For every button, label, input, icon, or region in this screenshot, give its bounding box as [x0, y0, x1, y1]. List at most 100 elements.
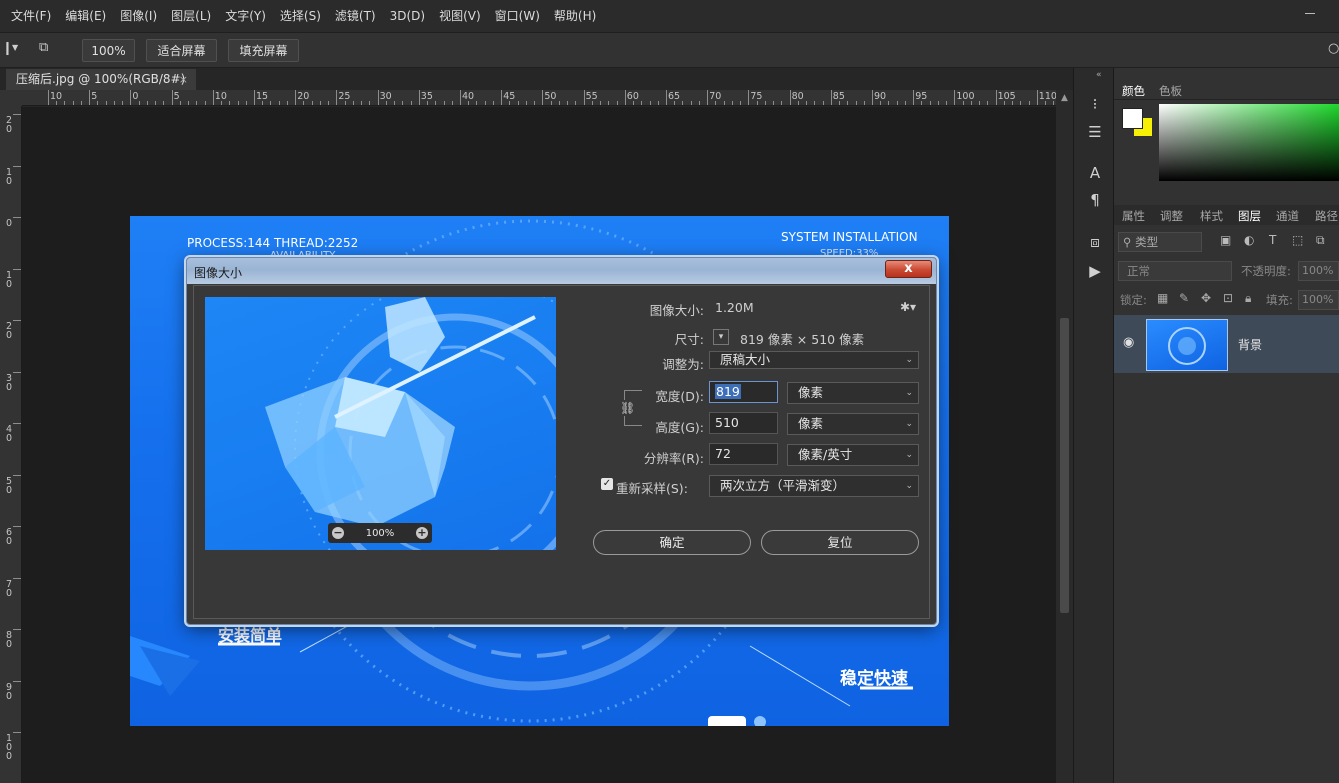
character-panel-icon[interactable]: A	[1086, 164, 1104, 182]
layer-name[interactable]: 背景	[1238, 336, 1262, 353]
ruler-label: 95	[915, 91, 928, 102]
resolution-unit-dropdown[interactable]: 像素/英寸 ⌄	[787, 444, 919, 466]
resample-dropdown[interactable]: 两次立方（平滑渐变） ⌄	[709, 475, 919, 497]
width-unit-value: 像素	[798, 385, 824, 400]
history-panel-icon[interactable]: ⧈	[1086, 233, 1104, 251]
tab-channels[interactable]: 通道	[1276, 208, 1299, 224]
actions-play-icon[interactable]: ▶	[1086, 262, 1104, 280]
ruler-minor-tick	[979, 101, 981, 105]
menu-file[interactable]: 文件(F)	[4, 0, 58, 32]
paragraph-panel-icon[interactable]: ¶	[1086, 191, 1104, 209]
color-picker-field[interactable]	[1159, 104, 1339, 181]
canvas-system-installation-text: SYSTEM INSTALLATION	[781, 230, 918, 244]
filter-shape-icon[interactable]: ⬚	[1292, 233, 1303, 247]
filter-smart-object-icon[interactable]: ⧉	[1316, 233, 1325, 248]
dialog-close-button[interactable]: x	[885, 260, 932, 278]
filter-pixel-icon[interactable]: ▣	[1220, 233, 1231, 247]
image-size-value: 1.20M	[715, 300, 754, 315]
height-input[interactable]: 510	[709, 412, 778, 434]
fill-screen-button[interactable]: 填充屏幕	[228, 39, 299, 62]
ruler-tick	[130, 90, 132, 105]
ruler-minor-tick	[155, 101, 157, 105]
blend-mode-dropdown[interactable]: 正常	[1118, 261, 1232, 281]
menu-layer[interactable]: 图层(L)	[164, 0, 218, 32]
ruler-minor-tick	[122, 101, 124, 105]
collapse-panels-icon[interactable]: «	[1096, 70, 1102, 80]
menu-edit[interactable]: 编辑(E)	[58, 0, 113, 32]
minimize-window-button[interactable]	[1299, 6, 1321, 20]
tab-color[interactable]: 颜色	[1122, 83, 1145, 99]
resample-checkbox[interactable]: ✓	[601, 478, 613, 490]
width-unit-dropdown[interactable]: 像素 ⌄	[787, 382, 919, 404]
fill-input[interactable]: 100%	[1298, 290, 1339, 310]
menu-help[interactable]: 帮助(H)	[547, 0, 603, 32]
ruler-label: 100	[6, 733, 13, 762]
ruler-label: 90	[874, 91, 887, 102]
tab-swatches[interactable]: 色板	[1159, 83, 1182, 99]
ruler-minor-tick	[781, 101, 783, 105]
lock-brush-icon[interactable]: ✎	[1179, 291, 1189, 305]
ruler-minor-tick	[657, 101, 659, 105]
tool-preset-chevron-icon[interactable]: ▼	[12, 43, 18, 52]
scroll-all-windows-icon[interactable]: ⧉	[39, 40, 48, 55]
ruler-label: 10	[6, 269, 13, 290]
canvas-process-text: PROCESS:144 THREAD:2252	[187, 236, 359, 250]
resample-label: 重新采样(S):	[616, 481, 688, 496]
ruler-minor-tick	[361, 101, 363, 105]
ruler-minor-tick	[64, 101, 66, 105]
search-icon[interactable]: ○	[1328, 41, 1339, 56]
ok-button[interactable]: 确定	[593, 530, 751, 555]
menu-3d[interactable]: 3D(D)	[383, 0, 432, 32]
reset-button[interactable]: 复位	[761, 530, 919, 555]
tab-layers[interactable]: 图层	[1238, 208, 1261, 224]
foreground-color-swatch[interactable]	[1122, 108, 1143, 129]
zoom-level-button[interactable]: 100%	[82, 39, 135, 62]
vertical-scrollbar-thumb[interactable]	[1060, 318, 1069, 613]
lock-transparent-icon[interactable]: ▦	[1157, 291, 1168, 305]
fit-to-dropdown[interactable]: 原稿大小 ⌄	[709, 351, 919, 369]
horizontal-ruler[interactable]: 10 5 0 5 10 15 20 25 30 35 40 45 50 55 60 65 70 75 80 85 90 9…	[22, 90, 1056, 106]
ruler-minor-tick	[740, 101, 742, 105]
document-tab-bar: 压缩后.jpg @ 100%(RGB/8#) ×	[0, 68, 1073, 90]
vertical-ruler[interactable]: 20 10 0 10 20 30 40 50 60 70 80 90 100	[0, 106, 22, 783]
dialog-title-bar[interactable]: 图像大小 x	[187, 258, 936, 284]
lock-all-icon[interactable]: 🔒︎	[1245, 291, 1251, 306]
ruler-minor-tick	[146, 101, 148, 105]
zoom-in-icon[interactable]: +	[416, 527, 428, 539]
lock-artboard-icon[interactable]: ⊡	[1223, 291, 1233, 305]
menu-view[interactable]: 视图(V)	[432, 0, 488, 32]
fit-screen-button[interactable]: 适合屏幕	[146, 39, 217, 62]
ruler-tick	[13, 629, 21, 630]
tab-paths[interactable]: 路径	[1315, 208, 1338, 224]
menu-window[interactable]: 窗口(W)	[488, 0, 547, 32]
close-tab-icon[interactable]: ×	[179, 69, 188, 90]
brush-settings-icon[interactable]: ⁝	[1086, 95, 1104, 113]
opacity-input[interactable]: 100%	[1298, 261, 1339, 281]
menu-type[interactable]: 文字(Y)	[218, 0, 273, 32]
adjustments-icon[interactable]: ☰	[1086, 123, 1104, 141]
tab-properties[interactable]: 属性	[1122, 208, 1145, 224]
menu-filter[interactable]: 滤镜(T)	[328, 0, 383, 32]
tab-adjustments[interactable]: 调整	[1160, 208, 1183, 224]
resolution-input[interactable]: 72	[709, 443, 778, 465]
tab-styles[interactable]: 样式	[1200, 208, 1223, 224]
ruler-minor-tick	[904, 101, 906, 105]
lock-position-icon[interactable]: ✥	[1201, 291, 1211, 305]
document-tab[interactable]: 压缩后.jpg @ 100%(RGB/8#) ×	[6, 69, 196, 90]
image-preview[interactable]	[205, 297, 556, 550]
ruler-minor-tick	[649, 101, 651, 105]
menu-image[interactable]: 图像(I)	[113, 0, 164, 32]
height-unit-dropdown[interactable]: 像素 ⌄	[787, 413, 919, 435]
filter-type-icon[interactable]: T	[1269, 233, 1276, 247]
layer-visibility-eye-icon[interactable]: ◉	[1123, 335, 1134, 350]
width-input[interactable]: 819	[709, 381, 778, 403]
filter-adjustment-icon[interactable]: ◐	[1244, 233, 1254, 247]
dimensions-unit-dropdown[interactable]: ▾	[713, 329, 729, 345]
layer-filter-dropdown[interactable]: ⚲ 类型	[1118, 232, 1202, 252]
settings-gear-icon[interactable]: ✱▾	[900, 300, 916, 314]
menu-select[interactable]: 选择(S)	[273, 0, 328, 32]
ruler-label: 60	[626, 91, 639, 102]
layer-row-background[interactable]: ◉ 背景	[1114, 315, 1339, 373]
scroll-up-arrow-icon[interactable]: ▲	[1056, 90, 1073, 106]
zoom-out-icon[interactable]: −	[332, 527, 344, 539]
